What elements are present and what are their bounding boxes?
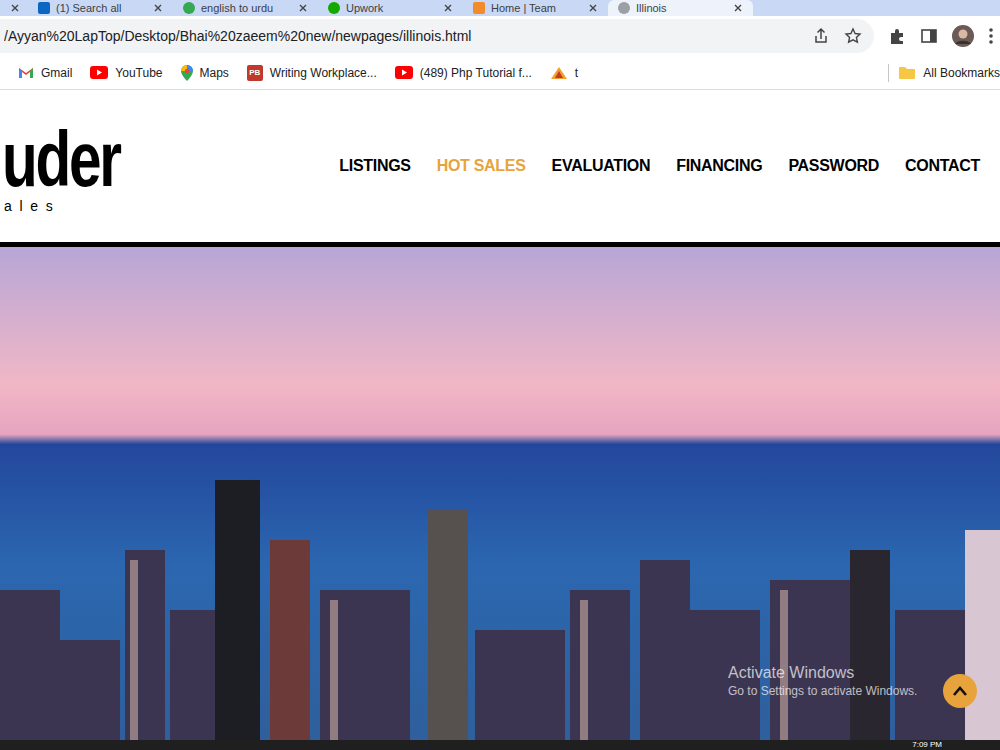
- pma-icon: [550, 66, 568, 80]
- chevron-up-icon: [952, 685, 968, 697]
- upwork-icon: [328, 2, 340, 14]
- menu-icon: [988, 27, 994, 45]
- all-bookmarks-label: All Bookmarks: [923, 64, 1000, 82]
- tab-title: Upwork: [346, 1, 437, 15]
- tab-title: Home | Team: [491, 1, 582, 15]
- bookmark-label: Maps: [200, 64, 229, 82]
- close-icon: [298, 3, 308, 13]
- logo-main: uder: [2, 124, 151, 194]
- bookmark[interactable]: YouTube: [90, 64, 162, 82]
- taskbar-clock: 7:09 PM: [912, 740, 942, 750]
- bookmark[interactable]: (489) Php Tutorial f...: [395, 64, 532, 82]
- pb-icon: PB: [247, 65, 263, 81]
- all-bookmarks[interactable]: All Bookmarks: [899, 64, 1000, 82]
- bookmark-label: t: [575, 64, 578, 82]
- close-icon: [733, 3, 743, 13]
- close-icon: [10, 3, 20, 13]
- toolbar-icons: [874, 25, 994, 47]
- bookmark[interactable]: Maps: [181, 64, 229, 82]
- nav-link[interactable]: LISTINGS: [339, 154, 410, 178]
- bookmark[interactable]: t: [550, 64, 578, 82]
- site-icon: [473, 2, 485, 14]
- nav-link[interactable]: EVALUATION: [552, 154, 651, 178]
- site-logo[interactable]: uderales: [0, 116, 200, 217]
- browser-tab[interactable]: (1) Search all: [28, 0, 173, 16]
- watermark-title: Activate Windows: [728, 663, 917, 683]
- bookmark-label: Gmail: [41, 64, 72, 82]
- main-nav: LISTINGS HOT SALES EVALUATION FINANCING PASS…: [200, 154, 1000, 178]
- close-icon: [443, 3, 453, 13]
- globe-icon: [618, 2, 630, 14]
- bookmark-label: YouTube: [115, 64, 162, 82]
- browser-tab[interactable]: Illinois: [608, 0, 753, 16]
- bookmark-label: (489) Php Tutorial f...: [420, 64, 532, 82]
- address-text[interactable]: /Ayyan%20LapTop/Desktop/Bhai%20zaeem%20n…: [4, 26, 798, 47]
- bookmarks-list: Gmail YouTube Maps PB Writing Workplace... (4…: [18, 64, 882, 82]
- toolbar: /Ayyan%20LapTop/Desktop/Bhai%20zaeem%20n…: [0, 16, 1000, 56]
- browser-tab[interactable]: Upwork: [318, 0, 463, 16]
- star-icon: [844, 27, 862, 45]
- browser-tab[interactable]: Home | Team: [463, 0, 608, 16]
- side-panel-icon: [920, 27, 938, 45]
- extensions-icon: [888, 27, 906, 45]
- bookmarks-bar: Gmail YouTube Maps PB Writing Workplace... (4…: [0, 56, 1000, 90]
- nav-link[interactable]: CONTACT: [905, 154, 980, 178]
- nav-link[interactable]: PASSWORD: [788, 154, 879, 178]
- watermark-subtitle: Go to Settings to activate Windows.: [728, 683, 917, 699]
- share-icon: [812, 27, 830, 45]
- youtube-icon: [90, 66, 108, 79]
- nav-link[interactable]: HOT SALES: [437, 154, 526, 178]
- linkedin-icon: [38, 2, 50, 14]
- taskbar: 7:09 PM: [0, 740, 1000, 750]
- bookmark[interactable]: Gmail: [18, 64, 72, 82]
- hero-image: Activate WindowsGo to Settings to activa…: [0, 247, 1000, 740]
- address-field[interactable]: /Ayyan%20LapTop/Desktop/Bhai%20zaeem%20n…: [0, 19, 874, 53]
- youtube-icon: [395, 66, 413, 79]
- maps-icon: [181, 65, 193, 81]
- avatar-icon: [952, 25, 974, 47]
- nav-link[interactable]: FINANCING: [676, 154, 762, 178]
- scroll-top-button[interactable]: [943, 674, 977, 708]
- tab-title: english to urdu: [201, 1, 292, 15]
- google-icon: [183, 2, 195, 14]
- gmail-icon: [18, 67, 34, 79]
- close-icon: [588, 3, 598, 13]
- tab-strip: (1) Search all english to urdu Upwork Home …: [0, 0, 1000, 16]
- bookmark[interactable]: PB Writing Workplace...: [247, 64, 377, 82]
- browser-tab[interactable]: english to urdu: [173, 0, 318, 16]
- site-header: uderales LISTINGS HOT SALES EVALUATION FINAN…: [0, 90, 1000, 242]
- logo-sub: ales: [2, 196, 200, 217]
- close-icon: [153, 3, 163, 13]
- folder-icon: [899, 66, 915, 79]
- bookmark-label: Writing Workplace...: [270, 64, 377, 82]
- bookmarks-divider: [888, 64, 889, 82]
- tab-title: Illinois: [636, 1, 727, 15]
- windows-watermark: Activate WindowsGo to Settings to activa…: [728, 663, 917, 699]
- tab-title: (1) Search all: [56, 1, 147, 15]
